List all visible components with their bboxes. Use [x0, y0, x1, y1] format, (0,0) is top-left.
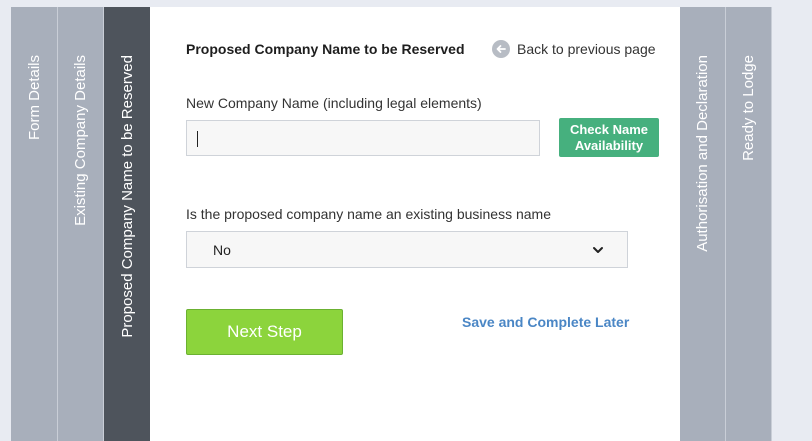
step-tab-form-details[interactable]: Form Details — [11, 7, 58, 441]
form-panel: Proposed Company Name to be Reserved Bac… — [150, 7, 680, 441]
back-to-previous-link[interactable]: Back to previous page — [492, 40, 656, 58]
step-tab-label: Authorisation and Declaration — [694, 55, 711, 252]
step-tab-authorisation-declaration[interactable]: Authorisation and Declaration — [680, 7, 726, 441]
step-tab-label: Proposed Company Name to be Reserved — [118, 55, 136, 338]
next-step-button[interactable]: Next Step — [186, 309, 343, 355]
step-tab-label: Form Details — [25, 55, 43, 141]
step-tab-label: Ready to Lodge — [740, 55, 757, 161]
existing-business-label: Is the proposed company name an existing… — [186, 206, 551, 222]
text-caret — [197, 131, 198, 147]
select-value: No — [213, 241, 231, 258]
company-name-input[interactable] — [186, 120, 540, 156]
check-name-availability-button[interactable]: Check Name Availability — [559, 118, 659, 157]
step-tab-proposed-company-name[interactable]: Proposed Company Name to be Reserved — [104, 7, 150, 441]
check-button-line2: Availability — [574, 137, 644, 153]
company-name-label: New Company Name (including legal elemen… — [186, 95, 482, 111]
check-button-line1: Check Name — [569, 121, 649, 137]
step-tab-label: Existing Company Details — [72, 55, 89, 226]
step-tab-ready-to-lodge[interactable]: Ready to Lodge — [726, 7, 772, 441]
step-tab-existing-company-details[interactable]: Existing Company Details — [58, 7, 104, 441]
section-title: Proposed Company Name to be Reserved — [186, 41, 465, 57]
save-and-complete-later-link[interactable]: Save and Complete Later — [462, 314, 629, 330]
back-link-label: Back to previous page — [517, 41, 656, 57]
arrow-left-circle-icon — [492, 40, 510, 58]
existing-business-select[interactable]: No — [186, 231, 628, 268]
chevron-down-icon — [591, 243, 605, 257]
